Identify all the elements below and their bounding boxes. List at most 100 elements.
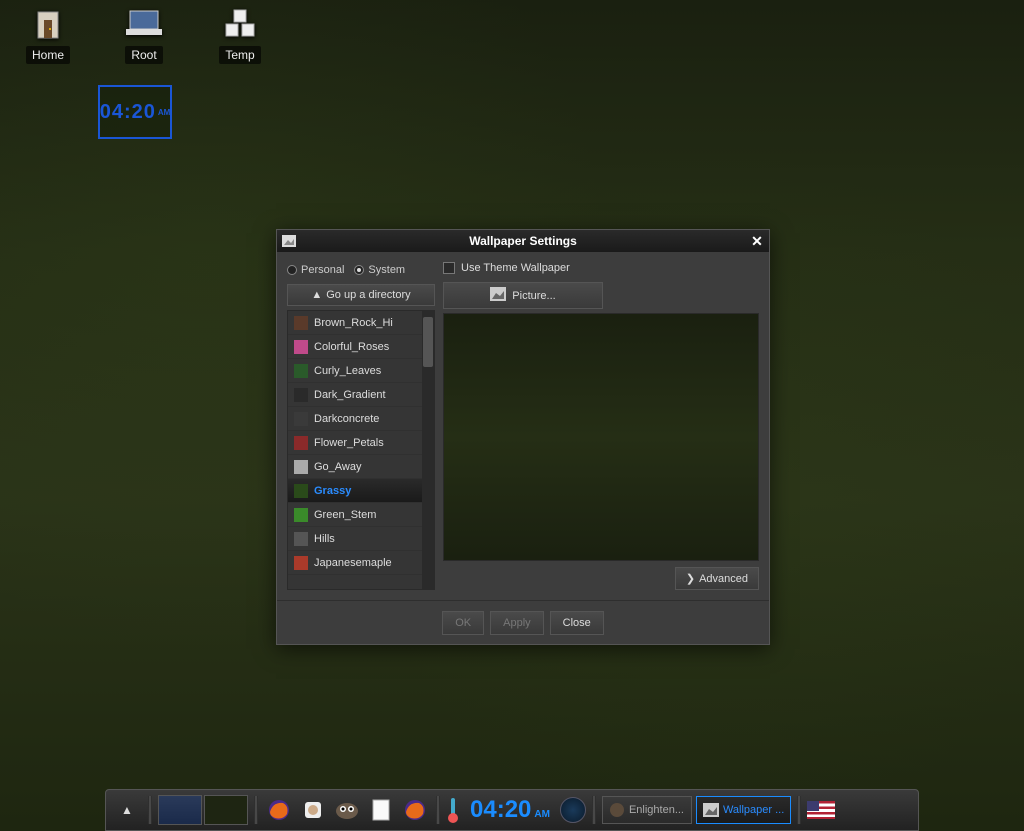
firefox-icon <box>267 798 291 822</box>
apply-button[interactable]: Apply <box>490 611 544 635</box>
personal-radio[interactable]: Personal <box>287 264 344 276</box>
scrollbar[interactable] <box>422 311 434 589</box>
pager-desktop-2[interactable] <box>204 795 248 825</box>
file-item[interactable]: Colorful_Roses <box>288 335 422 359</box>
speaker-launcher[interactable] <box>298 795 328 825</box>
thermometer-icon[interactable] <box>446 795 460 825</box>
wallpaper-settings-dialog: Wallpaper Settings ✕ Personal System ▲ G… <box>276 229 770 645</box>
image-icon <box>703 803 719 817</box>
go-up-button[interactable]: ▲ Go up a directory <box>287 284 435 306</box>
close-icon[interactable]: ✕ <box>745 233 769 250</box>
separator <box>797 796 801 824</box>
document-icon <box>371 798 391 822</box>
firefox-launcher-2[interactable] <box>400 795 430 825</box>
scrollbar-thumb[interactable] <box>423 317 433 367</box>
picture-button[interactable]: Picture... <box>443 282 603 309</box>
firefox-icon <box>609 802 625 818</box>
desktop-icon-root[interactable]: Root <box>114 6 174 64</box>
gimp-launcher[interactable] <box>332 795 362 825</box>
us-flag-icon <box>807 801 835 819</box>
file-item[interactable]: Brown_Rock_Hi <box>288 311 422 335</box>
file-list[interactable]: Brown_Rock_Hi Colorful_Roses Curly_Leaves D… <box>288 311 422 589</box>
file-item[interactable]: Green_Stem <box>288 503 422 527</box>
file-thumb <box>294 484 308 498</box>
file-thumb <box>294 364 308 378</box>
file-label: Flower_Petals <box>314 437 384 449</box>
file-item[interactable]: Go_Away <box>288 455 422 479</box>
file-item[interactable]: Curly_Leaves <box>288 359 422 383</box>
document-launcher[interactable] <box>366 795 396 825</box>
file-thumb <box>294 532 308 546</box>
home-icon <box>28 6 68 42</box>
file-label: Dark_Gradient <box>314 389 386 401</box>
desktop-icon-label: Temp <box>219 46 260 64</box>
task-wallpaper-settings[interactable]: Wallpaper ... <box>696 796 791 824</box>
dialog-footer: OK Apply Close <box>277 600 769 644</box>
taskbar: ▲ 04:20 AM Enlighten... Wallpaper ... <box>105 789 919 831</box>
file-item[interactable]: Darkconcrete <box>288 407 422 431</box>
desktop-icon-label: Home <box>26 46 70 64</box>
file-thumb <box>294 340 308 354</box>
dialog-body: Personal System ▲ Go up a directory Brow… <box>277 252 769 600</box>
file-thumb <box>294 460 308 474</box>
file-item[interactable]: Japanesemaple <box>288 551 422 575</box>
image-icon <box>490 287 506 304</box>
firefox-icon <box>403 798 427 822</box>
desktop-icons: Home Root Temp <box>18 6 270 64</box>
file-thumb <box>294 556 308 570</box>
clock-ampm: AM <box>534 809 550 820</box>
file-thumb <box>294 508 308 522</box>
gauge-icon <box>560 797 586 823</box>
file-thumb <box>294 412 308 426</box>
taskbar-clock[interactable]: 04:20 AM <box>464 796 556 824</box>
file-item[interactable]: Hills <box>288 527 422 551</box>
file-label: Go_Away <box>314 461 362 473</box>
advanced-button[interactable]: ❯ Advanced <box>675 567 759 590</box>
wallpaper-preview <box>443 313 759 561</box>
task-enlightenment[interactable]: Enlighten... <box>602 796 692 824</box>
file-label: Colorful_Roses <box>314 341 389 353</box>
use-theme-row: Use Theme Wallpaper <box>443 262 759 282</box>
file-label: Brown_Rock_Hi <box>314 317 393 329</box>
use-theme-label: Use Theme Wallpaper <box>461 262 570 274</box>
keyboard-layout[interactable] <box>807 795 835 825</box>
left-panel: Personal System ▲ Go up a directory Brow… <box>287 262 435 590</box>
firefox-launcher[interactable] <box>264 795 294 825</box>
chevron-up-icon: ▲ <box>121 803 133 817</box>
separator <box>148 796 152 824</box>
desktop-icon-label: Root <box>125 46 162 64</box>
dialog-title: Wallpaper Settings <box>301 234 745 248</box>
ok-button[interactable]: OK <box>442 611 484 635</box>
gimp-icon <box>334 799 360 821</box>
speaker-icon <box>301 798 325 822</box>
desktop-icon-home[interactable]: Home <box>18 6 78 64</box>
file-thumb <box>294 316 308 330</box>
desktop-pager[interactable] <box>158 795 248 825</box>
use-theme-checkbox[interactable] <box>443 262 455 274</box>
file-label: Hills <box>314 533 335 545</box>
file-item[interactable]: Flower_Petals <box>288 431 422 455</box>
separator <box>436 796 440 824</box>
clock-ampm: AM <box>158 108 170 117</box>
file-item[interactable]: Grassy <box>288 479 422 503</box>
boxes-icon <box>220 6 260 42</box>
separator <box>254 796 258 824</box>
image-icon <box>277 235 301 247</box>
file-list-container: Brown_Rock_Hi Colorful_Roses Curly_Leaves D… <box>287 310 435 590</box>
file-thumb <box>294 388 308 402</box>
file-item[interactable]: Dark_Gradient <box>288 383 422 407</box>
system-radio[interactable]: System <box>354 264 405 276</box>
desktop-icon-temp[interactable]: Temp <box>210 6 270 64</box>
right-panel: Use Theme Wallpaper Picture... ❯ Advance… <box>443 262 759 590</box>
pager-desktop-1[interactable] <box>158 795 202 825</box>
file-label: Curly_Leaves <box>314 365 381 377</box>
dialog-titlebar[interactable]: Wallpaper Settings ✕ <box>277 230 769 252</box>
cpu-indicator[interactable] <box>560 795 586 825</box>
chevron-right-icon: ❯ <box>686 572 695 585</box>
desktop-clock-widget[interactable]: 04:20 AM <box>98 85 172 139</box>
file-label: Japanesemaple <box>314 557 392 569</box>
close-button[interactable]: Close <box>550 611 604 635</box>
start-button[interactable]: ▲ <box>112 795 142 825</box>
source-radio-group: Personal System <box>287 262 435 284</box>
separator <box>592 796 596 824</box>
